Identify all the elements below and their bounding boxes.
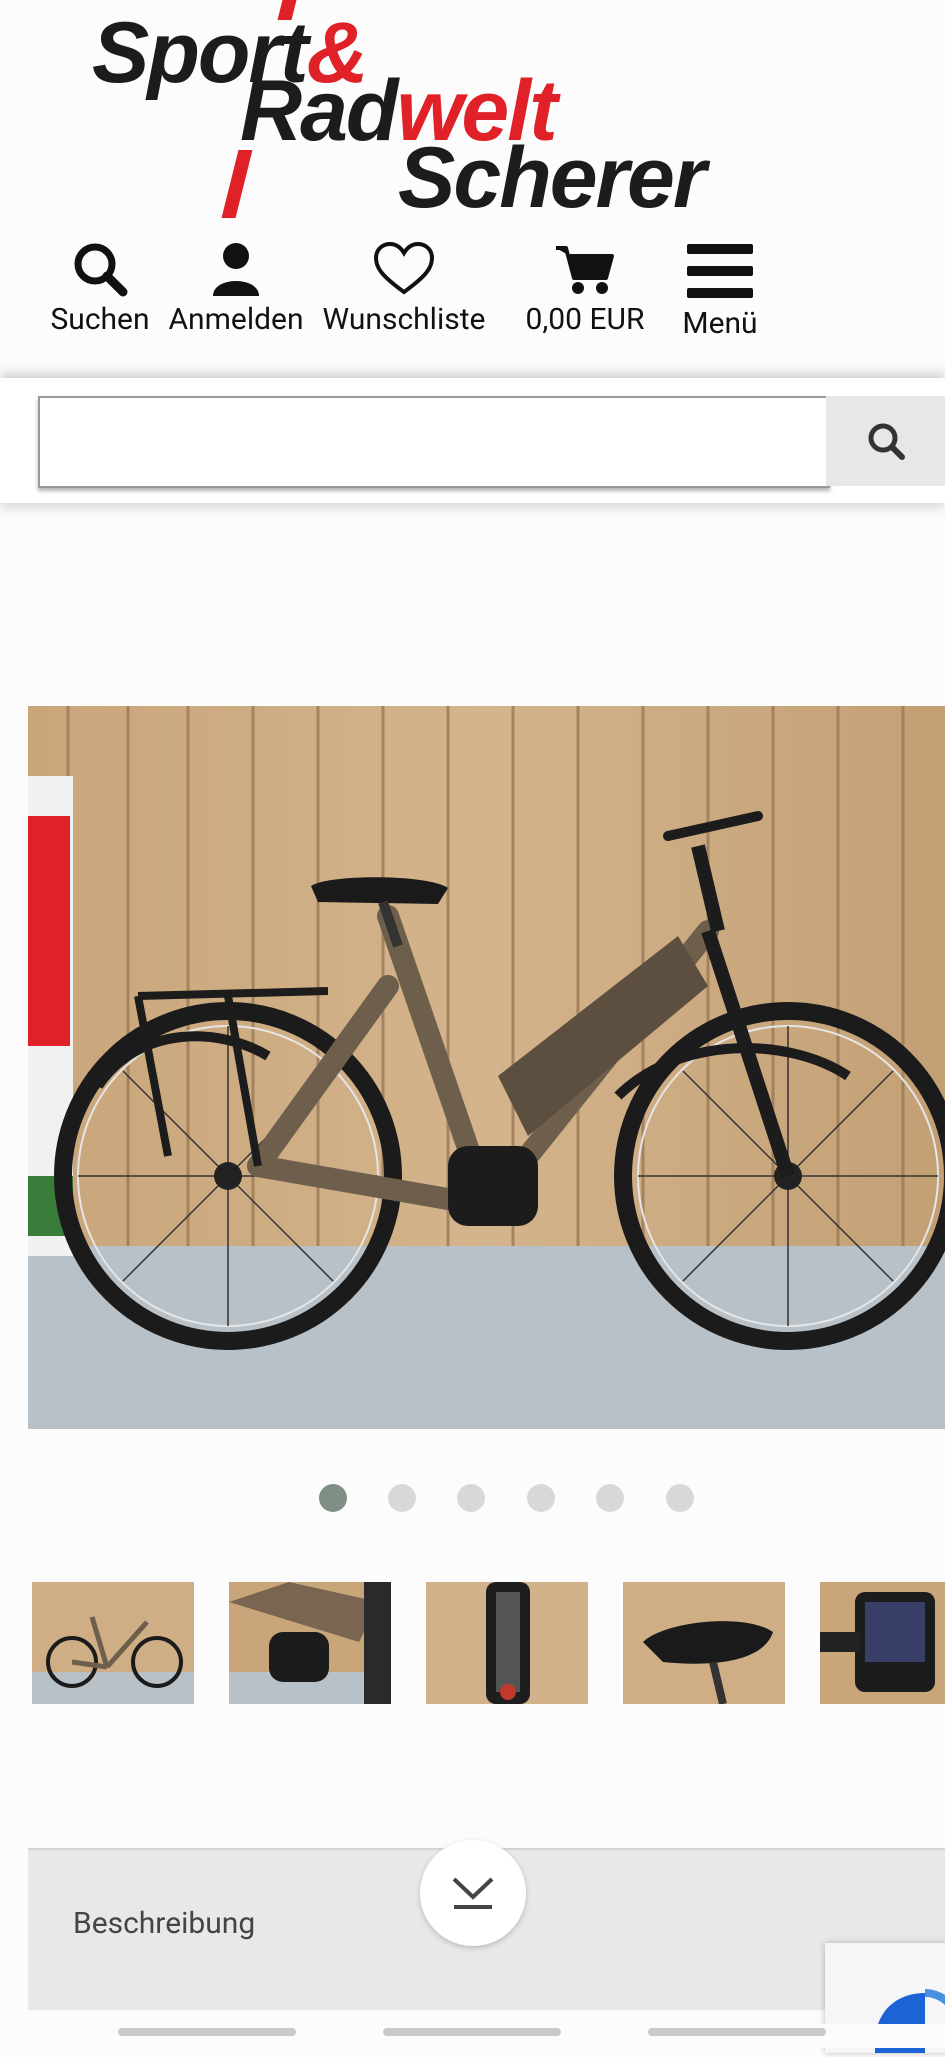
- tab-indicator-2: [383, 2028, 561, 2036]
- nav-cart-total: 0,00 EUR: [525, 302, 645, 337]
- nav-search[interactable]: Suchen: [48, 240, 152, 337]
- search-input[interactable]: [38, 396, 830, 488]
- description-label: Beschreibung: [73, 1906, 256, 1941]
- nav-menu-label: Menü: [682, 306, 758, 341]
- expand-button[interactable]: [420, 1840, 526, 1946]
- carousel-dot-3[interactable]: [457, 1484, 485, 1512]
- carousel-dot-5[interactable]: [596, 1484, 624, 1512]
- tab-indicator-1: [118, 2028, 296, 2036]
- nav-search-label: Suchen: [50, 302, 150, 337]
- store-logo[interactable]: Sport& Radwelt Scherer: [80, 0, 840, 222]
- cart-icon: [556, 246, 614, 294]
- nav-wishlist[interactable]: Wunschliste: [320, 240, 488, 337]
- carousel-dot-1[interactable]: [319, 1484, 347, 1512]
- carousel-dot-6[interactable]: [666, 1484, 694, 1512]
- thumbnail-4[interactable]: [623, 1582, 785, 1704]
- nav-menu[interactable]: Menü: [672, 240, 768, 341]
- thumbnail-5[interactable]: [820, 1582, 945, 1704]
- logo-text-rad: Rad: [240, 63, 398, 159]
- carousel-indicators: [0, 1484, 945, 1514]
- nav-wishlist-label: Wunschliste: [322, 302, 486, 337]
- nav-login[interactable]: Anmelden: [166, 240, 306, 337]
- search-icon: [868, 423, 905, 460]
- thumbnail-2[interactable]: [229, 1582, 391, 1704]
- user-icon: [213, 243, 259, 296]
- carousel-dot-2[interactable]: [388, 1484, 416, 1512]
- thumbnail-1[interactable]: [32, 1582, 194, 1704]
- carousel-dot-4[interactable]: [527, 1484, 555, 1512]
- nav-cart[interactable]: 0,00 EUR: [520, 240, 650, 337]
- search-icon: [74, 243, 128, 297]
- logo-text-scherer: Scherer: [398, 130, 706, 226]
- search-bar: [0, 378, 945, 503]
- logo-red-slash-bottom: [221, 150, 253, 218]
- header-nav: Suchen Anmelden Wunschliste 0,00 EUR Men…: [0, 240, 945, 360]
- tab-indicator-3: [648, 2028, 826, 2036]
- bottom-tab-indicators: [0, 2024, 945, 2048]
- hamburger-menu-icon: [687, 244, 753, 298]
- thumbnail-strip: [0, 1582, 945, 1707]
- heart-icon: [373, 241, 435, 295]
- search-submit-button[interactable]: [826, 396, 945, 486]
- product-main-image[interactable]: [28, 706, 945, 1429]
- nav-login-label: Anmelden: [168, 302, 304, 337]
- thumbnail-3[interactable]: [426, 1582, 588, 1704]
- chevron-down-icon: [452, 1877, 494, 1909]
- product-photo-ebike: [28, 706, 945, 1429]
